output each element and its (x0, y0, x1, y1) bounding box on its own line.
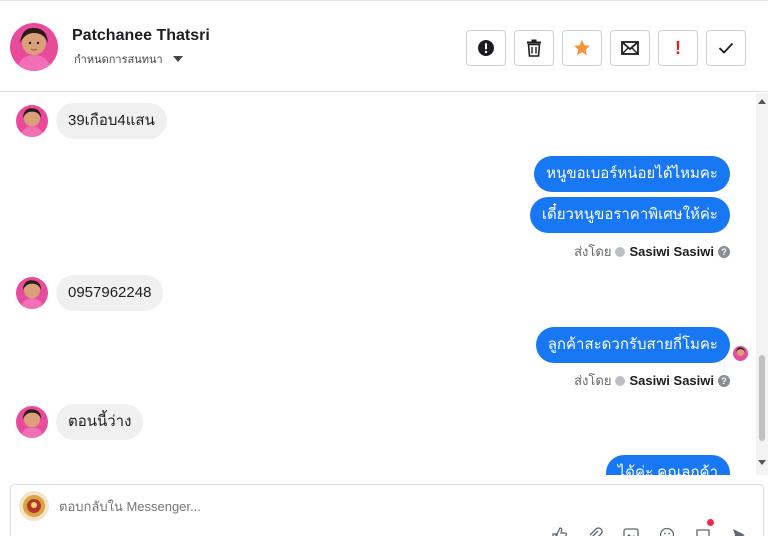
sender-name: Sasiwi Sasiwi (629, 373, 714, 388)
message-row: 0957962248 (16, 275, 164, 311)
alert-button[interactable] (466, 30, 506, 66)
reply-input[interactable] (59, 499, 559, 514)
sent-by-label: ส่งโดย (574, 244, 612, 259)
mark-unread-button[interactable] (610, 30, 650, 66)
page-avatar (19, 491, 49, 521)
outgoing-message[interactable]: หนูขอเบอร์หน่อยได้ไหมคะ (534, 156, 730, 192)
sender-name: Sasiwi Sasiwi (629, 244, 714, 259)
composer-actions (551, 519, 747, 536)
message-row: 39เกือบ4แสน (16, 103, 167, 139)
conversation-schedule-dropdown[interactable]: กำหนดการสนทนา (74, 50, 183, 68)
sent-by-meta: ส่งโดย Sasiwi Sasiwi ? (574, 370, 730, 391)
like-icon[interactable] (551, 527, 567, 536)
seen-avatar (733, 346, 748, 361)
outgoing-message[interactable]: ลูกค้าสะดวกรับสายกี่โมคะ (535, 327, 730, 363)
mail-icon (621, 41, 639, 55)
image-icon[interactable] (623, 527, 639, 536)
contact-avatar (16, 277, 48, 309)
scroll-down-arrow-icon[interactable] (758, 460, 766, 465)
message-thread[interactable]: 39เกือบ4แสน หนูขอเบอร์หน่อยได้ไหมคะ เดี๋… (0, 93, 768, 475)
help-icon[interactable]: ? (718, 374, 730, 387)
contact-avatar (16, 406, 48, 438)
saved-replies-icon[interactable] (695, 519, 714, 536)
incoming-message[interactable]: ตอนนี้ว่าง (56, 404, 144, 440)
spam-button[interactable]: ! (658, 30, 698, 66)
thread-scrollbar[interactable] (756, 93, 768, 475)
outgoing-message[interactable]: ได้ค่ะ คุณลูกค้า (605, 455, 730, 475)
contact-avatar[interactable] (10, 23, 58, 71)
help-icon[interactable]: ? (718, 245, 730, 258)
caret-down-icon (172, 56, 183, 62)
incoming-message[interactable]: 0957962248 (56, 275, 164, 311)
schedule-label: กำหนดการสนทนา (74, 54, 163, 66)
incoming-message[interactable]: 39เกือบ4แสน (56, 103, 167, 139)
sent-by-label: ส่งโดย (574, 373, 612, 388)
conversation-header: Patchanee Thatsri กำหนดการสนทนา ! (0, 0, 768, 92)
check-circle-icon (615, 246, 626, 257)
message-row: ตอนนี้ว่าง (16, 404, 144, 440)
alert-circle-icon (478, 40, 494, 56)
check-icon (718, 42, 734, 54)
star-button[interactable] (562, 30, 602, 66)
check-circle-icon (615, 375, 626, 386)
contact-avatar (16, 105, 48, 137)
trash-icon (527, 39, 541, 57)
done-button[interactable] (706, 30, 746, 66)
conversation-toolbar: ! (466, 30, 746, 66)
scroll-up-arrow-icon[interactable] (758, 99, 766, 104)
scroll-thumb[interactable] (759, 355, 765, 441)
send-icon[interactable] (731, 527, 747, 536)
sent-by-meta: ส่งโดย Sasiwi Sasiwi ? (574, 241, 730, 262)
notification-dot (707, 519, 714, 526)
spam-icon: ! (675, 38, 681, 58)
attachment-icon[interactable] (587, 527, 603, 536)
star-icon (574, 40, 590, 56)
outgoing-message[interactable]: เดี๋ยวหนูขอราคาพิเศษให้ค่ะ (529, 197, 730, 233)
emoji-icon[interactable] (659, 527, 675, 536)
contact-name: Patchanee Thatsri (72, 27, 210, 44)
reply-composer (10, 484, 764, 536)
delete-button[interactable] (514, 30, 554, 66)
